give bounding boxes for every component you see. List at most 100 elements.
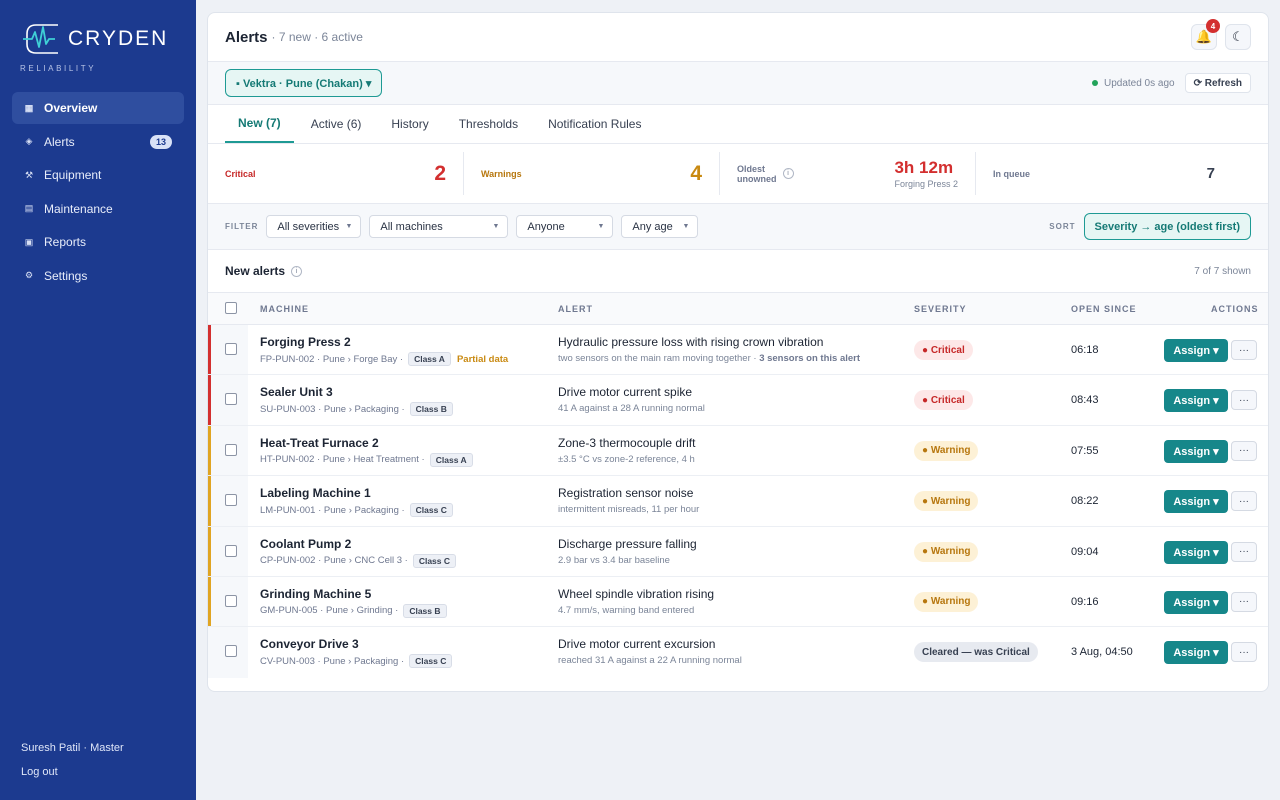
more-actions-button[interactable]: ··· xyxy=(1231,340,1257,360)
row-checkbox[interactable] xyxy=(225,645,237,658)
sidebar-item-maintenance[interactable]: ▤ Maintenance xyxy=(12,193,184,225)
row-checkbox[interactable] xyxy=(225,494,237,507)
assign-button[interactable]: Assign ▾ xyxy=(1164,540,1228,564)
machine-name[interactable]: Sealer Unit 3 xyxy=(260,385,333,399)
machine-meta: FP-PUN-002 · Pune › Forge Bay · Class A Pa… xyxy=(260,352,508,366)
table-row[interactable]: Labeling Machine 1 LM-PUN-001 · Pune › Pa… xyxy=(208,476,1268,527)
class-badge: Class C xyxy=(409,503,453,518)
sidebar-item-overview[interactable]: ▦ Overview xyxy=(12,92,184,124)
row-checkbox[interactable] xyxy=(225,594,237,607)
age-filter[interactable]: Any age ▼ xyxy=(621,215,699,238)
sidebar-item-equipment[interactable]: ⚒ Equipment xyxy=(12,159,184,191)
machine-filter[interactable]: All machines ▼ xyxy=(369,215,509,238)
class-badge: Class A xyxy=(429,452,473,467)
sidebar-item-label: Alerts xyxy=(44,134,75,149)
machine-name[interactable]: Coolant Pump 2 xyxy=(260,537,351,551)
more-actions-button[interactable]: ··· xyxy=(1231,642,1257,663)
sidebar-nav: ▦ Overview ◈ Alerts 13 ⚒ Equipment ▤ Maintenance… xyxy=(12,92,184,294)
alert-detail: ±3.5 °C vs zone-2 reference, 4 h xyxy=(558,454,695,465)
info-icon[interactable]: i xyxy=(291,265,303,277)
row-checkbox[interactable] xyxy=(225,544,237,557)
more-actions-button[interactable]: ··· xyxy=(1231,541,1257,562)
sidebar-item-alerts[interactable]: ◈ Alerts 13 xyxy=(12,126,184,158)
open-since: 3 Aug, 04:50 xyxy=(1071,646,1133,659)
report-icon: ▣ xyxy=(24,236,34,247)
sidebar-item-label: Reports xyxy=(44,235,87,250)
updated-text: Updated 0s ago xyxy=(1103,77,1175,89)
severity-badge: ● Critical xyxy=(914,390,973,411)
sidebar-item-reports[interactable]: ▣ Reports xyxy=(12,226,184,258)
alert-title[interactable]: Wheel spindle vibration rising xyxy=(558,587,714,601)
row-checkbox[interactable] xyxy=(225,343,237,355)
tab-history[interactable]: History xyxy=(378,105,441,143)
tab-new[interactable]: New (7) xyxy=(225,105,294,143)
tab-active[interactable]: Active (6) xyxy=(298,105,375,143)
alert-title[interactable]: Zone-3 thermocouple drift xyxy=(558,436,695,450)
column-severity[interactable]: SEVERITY xyxy=(914,304,967,314)
machine-meta: SU-PUN-003 · Pune › Packaging · Class B xyxy=(260,402,453,417)
stat-oldest-value-block: 3h 12m Forging Press 2 xyxy=(894,158,958,189)
alert-title[interactable]: Discharge pressure falling xyxy=(558,537,697,551)
alert-title[interactable]: Registration sensor noise xyxy=(558,486,693,500)
alerts-count-badge: 13 xyxy=(149,134,172,149)
more-actions-button[interactable]: ··· xyxy=(1231,491,1257,512)
more-actions-button[interactable]: ··· xyxy=(1231,591,1257,612)
severity-stripe xyxy=(208,375,211,425)
stat-in-queue: In queue 7 xyxy=(976,152,1232,195)
owner-filter[interactable]: Anyone ▼ xyxy=(516,215,614,238)
assign-button[interactable]: Assign ▾ xyxy=(1164,339,1228,362)
table-row[interactable]: Coolant Pump 2 CP-PUN-002 · Pune › CNC Ce… xyxy=(208,526,1268,577)
alert-detail-text: 2.9 bar vs 3.4 bar baseline xyxy=(558,554,670,566)
alert-title[interactable]: Drive motor current spike xyxy=(558,385,692,399)
alert-title[interactable]: Drive motor current excursion xyxy=(558,637,715,651)
assign-button[interactable]: Assign ▾ xyxy=(1164,641,1228,665)
assign-button[interactable]: Assign ▾ xyxy=(1164,490,1228,514)
severity-filter[interactable]: All severities ▼ xyxy=(266,215,362,238)
machine-name[interactable]: Grinding Machine 5 xyxy=(260,587,371,601)
alert-title[interactable]: Hydraulic pressure loss with rising crow… xyxy=(558,335,823,349)
table-row[interactable]: Grinding Machine 5 GM-PUN-005 · Pune › Gr… xyxy=(208,576,1268,628)
sort-selector[interactable]: Severity → age (oldest first) xyxy=(1083,213,1251,240)
assign-button[interactable]: Assign ▾ xyxy=(1164,590,1228,614)
column-alert[interactable]: ALERT xyxy=(558,304,593,314)
select-all-checkbox[interactable] xyxy=(225,302,237,314)
assign-button[interactable]: Assign ▾ xyxy=(1164,389,1228,413)
machine-name[interactable]: Heat-Treat Furnace 2 xyxy=(260,436,379,450)
shown-count: 7 of 7 shown xyxy=(1194,265,1251,277)
info-icon[interactable]: i xyxy=(782,168,794,179)
notifications-button[interactable]: 🔔 4 xyxy=(1191,19,1220,50)
row-checkbox[interactable] xyxy=(225,393,237,406)
table-row[interactable]: Heat-Treat Furnace 2 HT-PUN-002 · Pune › … xyxy=(208,425,1268,477)
row-checkbox[interactable] xyxy=(225,443,237,456)
tab-thresholds[interactable]: Thresholds xyxy=(446,105,531,143)
refresh-button[interactable]: ⟳ Refresh xyxy=(1184,73,1251,93)
tab-notification-rules[interactable]: Notification Rules xyxy=(535,105,654,143)
machine-name[interactable]: Conveyor Drive 3 xyxy=(260,637,359,651)
more-actions-button[interactable]: ··· xyxy=(1231,390,1257,411)
table-row[interactable]: Forging Press 2 FP-PUN-002 · Pune › Forge… xyxy=(208,325,1268,376)
machine-name[interactable]: Labeling Machine 1 xyxy=(260,486,371,500)
table-row[interactable]: Sealer Unit 3 SU-PUN-003 · Pune › Packagi… xyxy=(208,375,1268,426)
column-actions: ACTIONS xyxy=(1211,304,1259,314)
machine-meta: LM-PUN-001 · Pune › Packaging · Class C xyxy=(260,503,453,518)
assign-button[interactable]: Assign ▾ xyxy=(1164,439,1228,463)
open-since: 06:18 xyxy=(1071,344,1099,356)
class-badge: Class C xyxy=(412,553,457,568)
class-badge: Class B xyxy=(403,603,447,618)
sidebar-item-settings[interactable]: ⚙ Settings xyxy=(12,260,184,292)
column-machine[interactable]: MACHINE xyxy=(260,304,309,314)
alert-detail: intermittent misreads, 11 per hour xyxy=(558,504,699,515)
theme-toggle-button[interactable]: ☾ xyxy=(1225,24,1251,50)
table-row[interactable]: Conveyor Drive 3 CV-PUN-003 · Pune › Pack… xyxy=(208,627,1268,678)
machine-name[interactable]: Forging Press 2 xyxy=(260,335,351,349)
alert-detail-text: 41 A against a 28 A running normal xyxy=(558,403,705,415)
stat-oldest-label: Oldest unowned xyxy=(737,164,777,184)
column-open-since[interactable]: OPEN SINCE xyxy=(1071,304,1137,314)
severity-filter-value: All severities xyxy=(277,220,340,233)
site-selector[interactable]: ▪ Vektra · Pune (Chakan) ▾ xyxy=(225,69,383,97)
owner-filter-value: Anyone xyxy=(527,220,565,233)
more-actions-button[interactable]: ··· xyxy=(1231,440,1257,461)
severity-stripe xyxy=(208,325,211,375)
brand-logo[interactable]: CRYDEN xyxy=(22,22,168,56)
logout-link[interactable]: Log out xyxy=(21,766,58,778)
